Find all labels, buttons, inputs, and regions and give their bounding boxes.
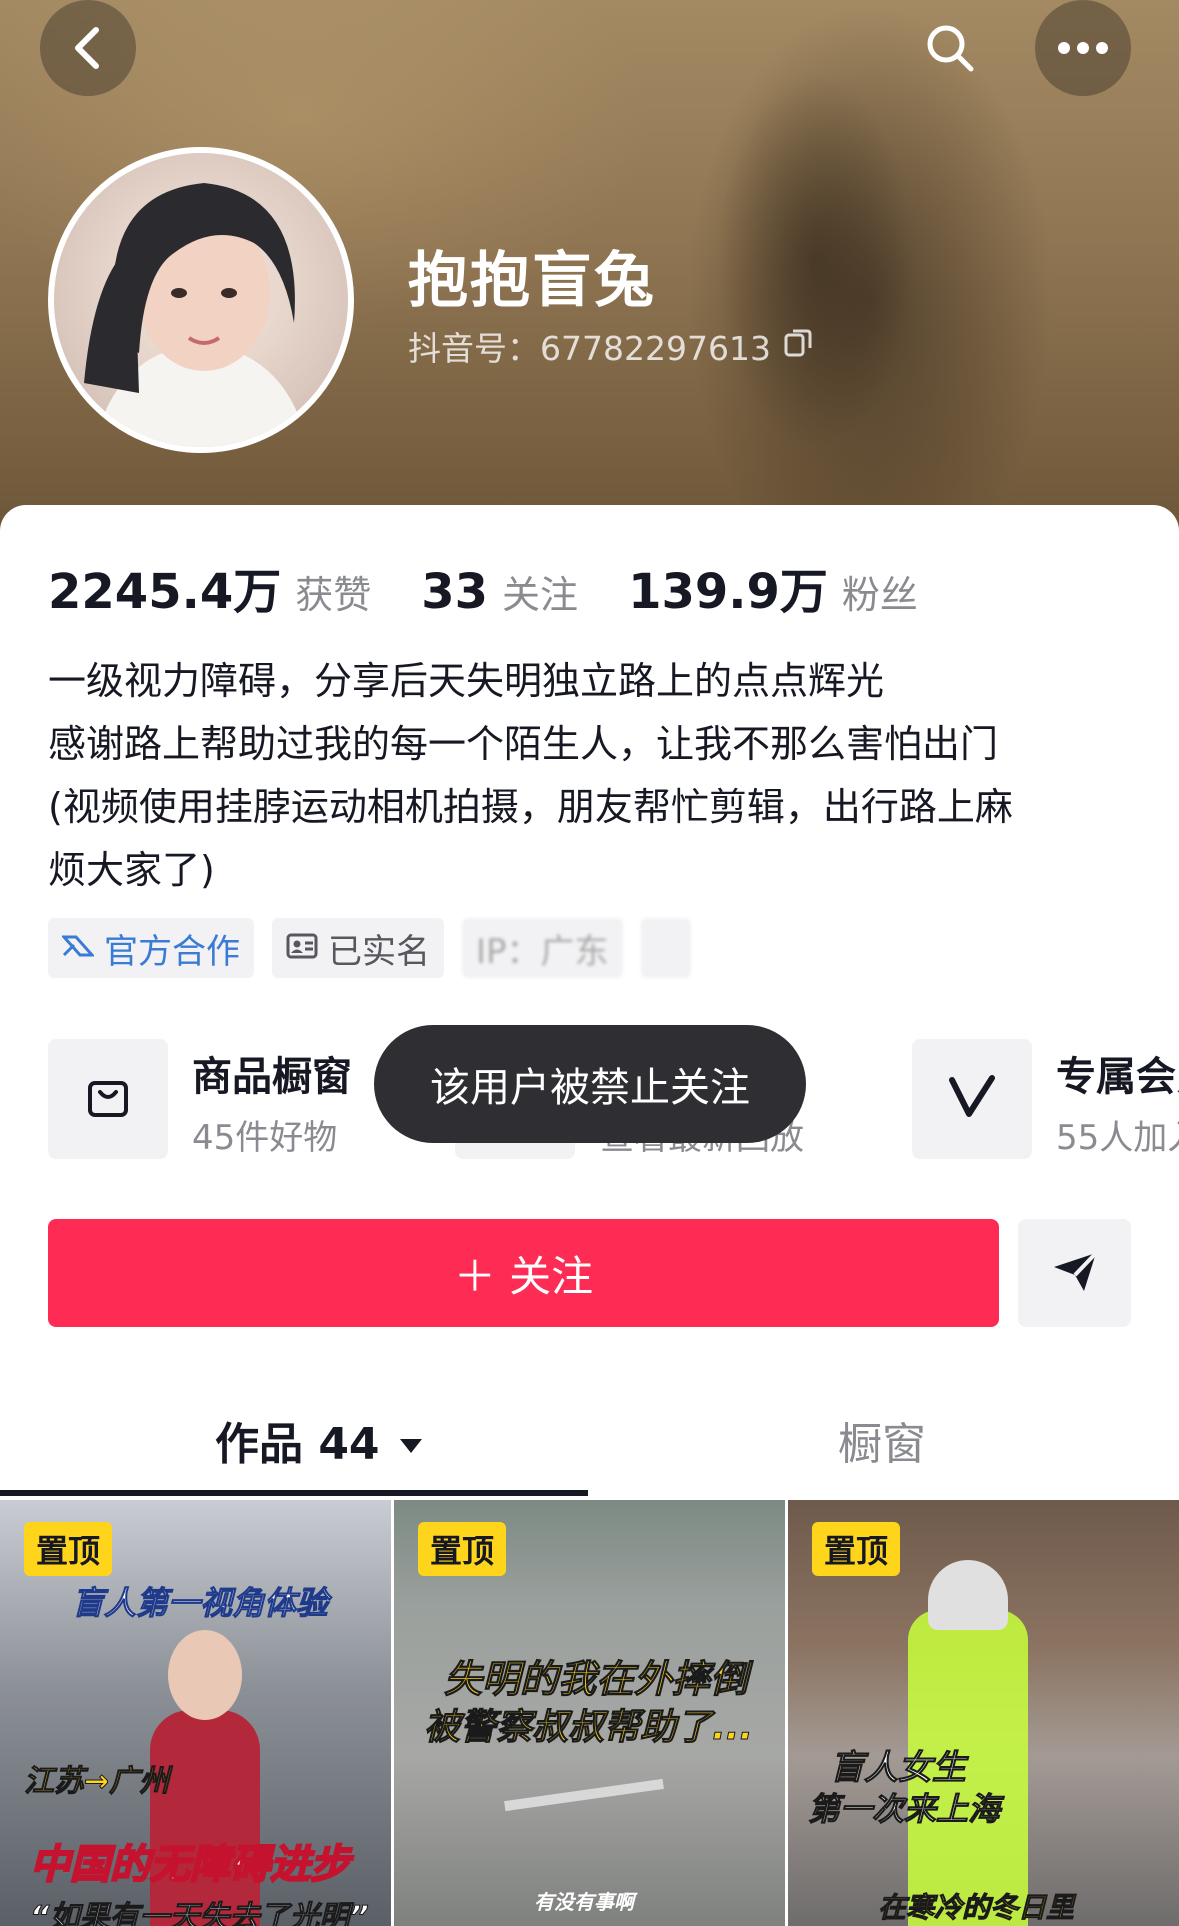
tab-store-label: 橱窗: [838, 1419, 926, 1470]
pinned-badge: 置顶: [812, 1522, 901, 1576]
shop-window-subtitle[interactable]: 45件好物: [192, 1110, 337, 1159]
douyin-id-text: 抖音号：67782297613: [408, 329, 771, 368]
membership-title[interactable]: 专属会员: [1056, 1044, 1179, 1102]
figure-head: [168, 1630, 242, 1720]
tab-store[interactable]: 橱窗: [838, 1408, 926, 1472]
tab-works[interactable]: 作品 44: [215, 1408, 424, 1472]
cooperation-icon: [60, 928, 96, 968]
search-button[interactable]: [902, 0, 998, 96]
video-caption: 江苏→广州: [23, 1764, 170, 1800]
bio-line: 感谢路上帮助过我的每一个陌生人，让我不那么害怕出门: [48, 722, 999, 766]
video-caption: 中国的无障碍进步: [29, 1841, 351, 1889]
followers-count[interactable]: 139.9万: [628, 552, 828, 622]
more-icon: [1057, 41, 1109, 55]
tag-label: 已实名: [328, 931, 430, 972]
bag-icon: [85, 1074, 131, 1124]
search-icon: [923, 21, 977, 75]
tag-official-cooperation[interactable]: 官方合作: [48, 918, 254, 978]
video-caption: 被警察叔叔帮助了...: [423, 1707, 754, 1749]
shop-window-title[interactable]: 商品橱窗: [192, 1044, 352, 1102]
avatar[interactable]: [48, 147, 354, 453]
bio-line: 一级视力障碍，分享后天失明独立路上的点点辉光: [48, 659, 885, 703]
profile-tags: 官方合作 已实名 IP：广东: [48, 918, 691, 978]
membership-subtitle[interactable]: 55人加入: [1056, 1110, 1179, 1159]
more-button[interactable]: [1035, 0, 1131, 96]
toast-message: 该用户被禁止关注: [374, 1025, 806, 1143]
dropdown-triangle-icon[interactable]: [398, 1415, 424, 1466]
video-grid: 置顶 盲人第一视角体验 江苏→广州 中国的无障碍进步 “如果有一天失去了光明” …: [0, 1500, 1179, 1926]
back-button[interactable]: [40, 0, 136, 96]
bio-line: 烦大家了): [48, 848, 215, 892]
tab-indicator: [0, 1490, 588, 1496]
video-caption: 盲人女生: [830, 1748, 967, 1789]
following-label[interactable]: 关注: [502, 564, 578, 619]
nickname: 抱抱盲兔: [408, 246, 656, 316]
video-thumbnail[interactable]: 置顶 失明的我在外摔倒 被警察叔叔帮助了... 有没有事啊: [394, 1500, 785, 1926]
pinned-badge: 置顶: [24, 1522, 113, 1576]
profile-stats: 2245.4万 获赞 33 关注 139.9万 粉丝: [48, 552, 968, 622]
follow-button[interactable]: ＋ 关注: [48, 1219, 999, 1327]
video-thumbnail[interactable]: 置顶 盲人女生 第一次来上海 在寒冷的冬日里: [788, 1500, 1179, 1926]
back-arrow-icon: [68, 24, 108, 72]
pinned-badge: 置顶: [418, 1522, 507, 1576]
figure-head: [928, 1560, 1008, 1630]
video-caption: 第一次来上海: [807, 1790, 1001, 1829]
video-caption: 在寒冷的冬日里: [877, 1891, 1075, 1925]
video-caption: 失明的我在外摔倒: [443, 1657, 749, 1702]
video-caption: 有没有事啊: [534, 1890, 634, 1914]
douyin-id[interactable]: 抖音号：67782297613: [408, 322, 813, 370]
bio: 一级视力障碍，分享后天失明独立路上的点点辉光 感谢路上帮助过我的每一个陌生人，让…: [48, 650, 1138, 902]
likes-label: 获赞: [295, 573, 372, 617]
following-count[interactable]: 33: [421, 564, 488, 620]
likes-count: 2245.4万: [48, 564, 282, 620]
followers-label[interactable]: 粉丝: [842, 564, 918, 619]
tag-ip-location: IP：广东: [462, 918, 623, 978]
video-caption: “如果有一天失去了光明”: [30, 1900, 370, 1926]
tab-works-label: 作品 44: [215, 1419, 380, 1470]
shop-window-entry[interactable]: [48, 1039, 168, 1159]
tag-blurred: [640, 918, 691, 978]
share-button[interactable]: [1018, 1219, 1131, 1327]
tag-verified[interactable]: 已实名: [272, 918, 444, 978]
tag-label: 官方合作: [104, 931, 240, 972]
bio-line: (视频使用挂脖运动相机拍摄，朋友帮忙剪辑，出行路上麻: [48, 785, 1013, 829]
membership-entry[interactable]: [912, 1039, 1032, 1159]
copy-icon[interactable]: [783, 326, 813, 366]
video-caption: 盲人第一视角体验: [71, 1584, 329, 1623]
video-thumbnail[interactable]: 置顶 盲人第一视角体验 江苏→广州 中国的无障碍进步 “如果有一天失去了光明”: [0, 1500, 391, 1926]
send-icon: [1050, 1249, 1100, 1297]
v-icon: [947, 1074, 997, 1124]
id-card-icon: [286, 928, 318, 968]
tag-label: IP：广东: [476, 931, 609, 972]
